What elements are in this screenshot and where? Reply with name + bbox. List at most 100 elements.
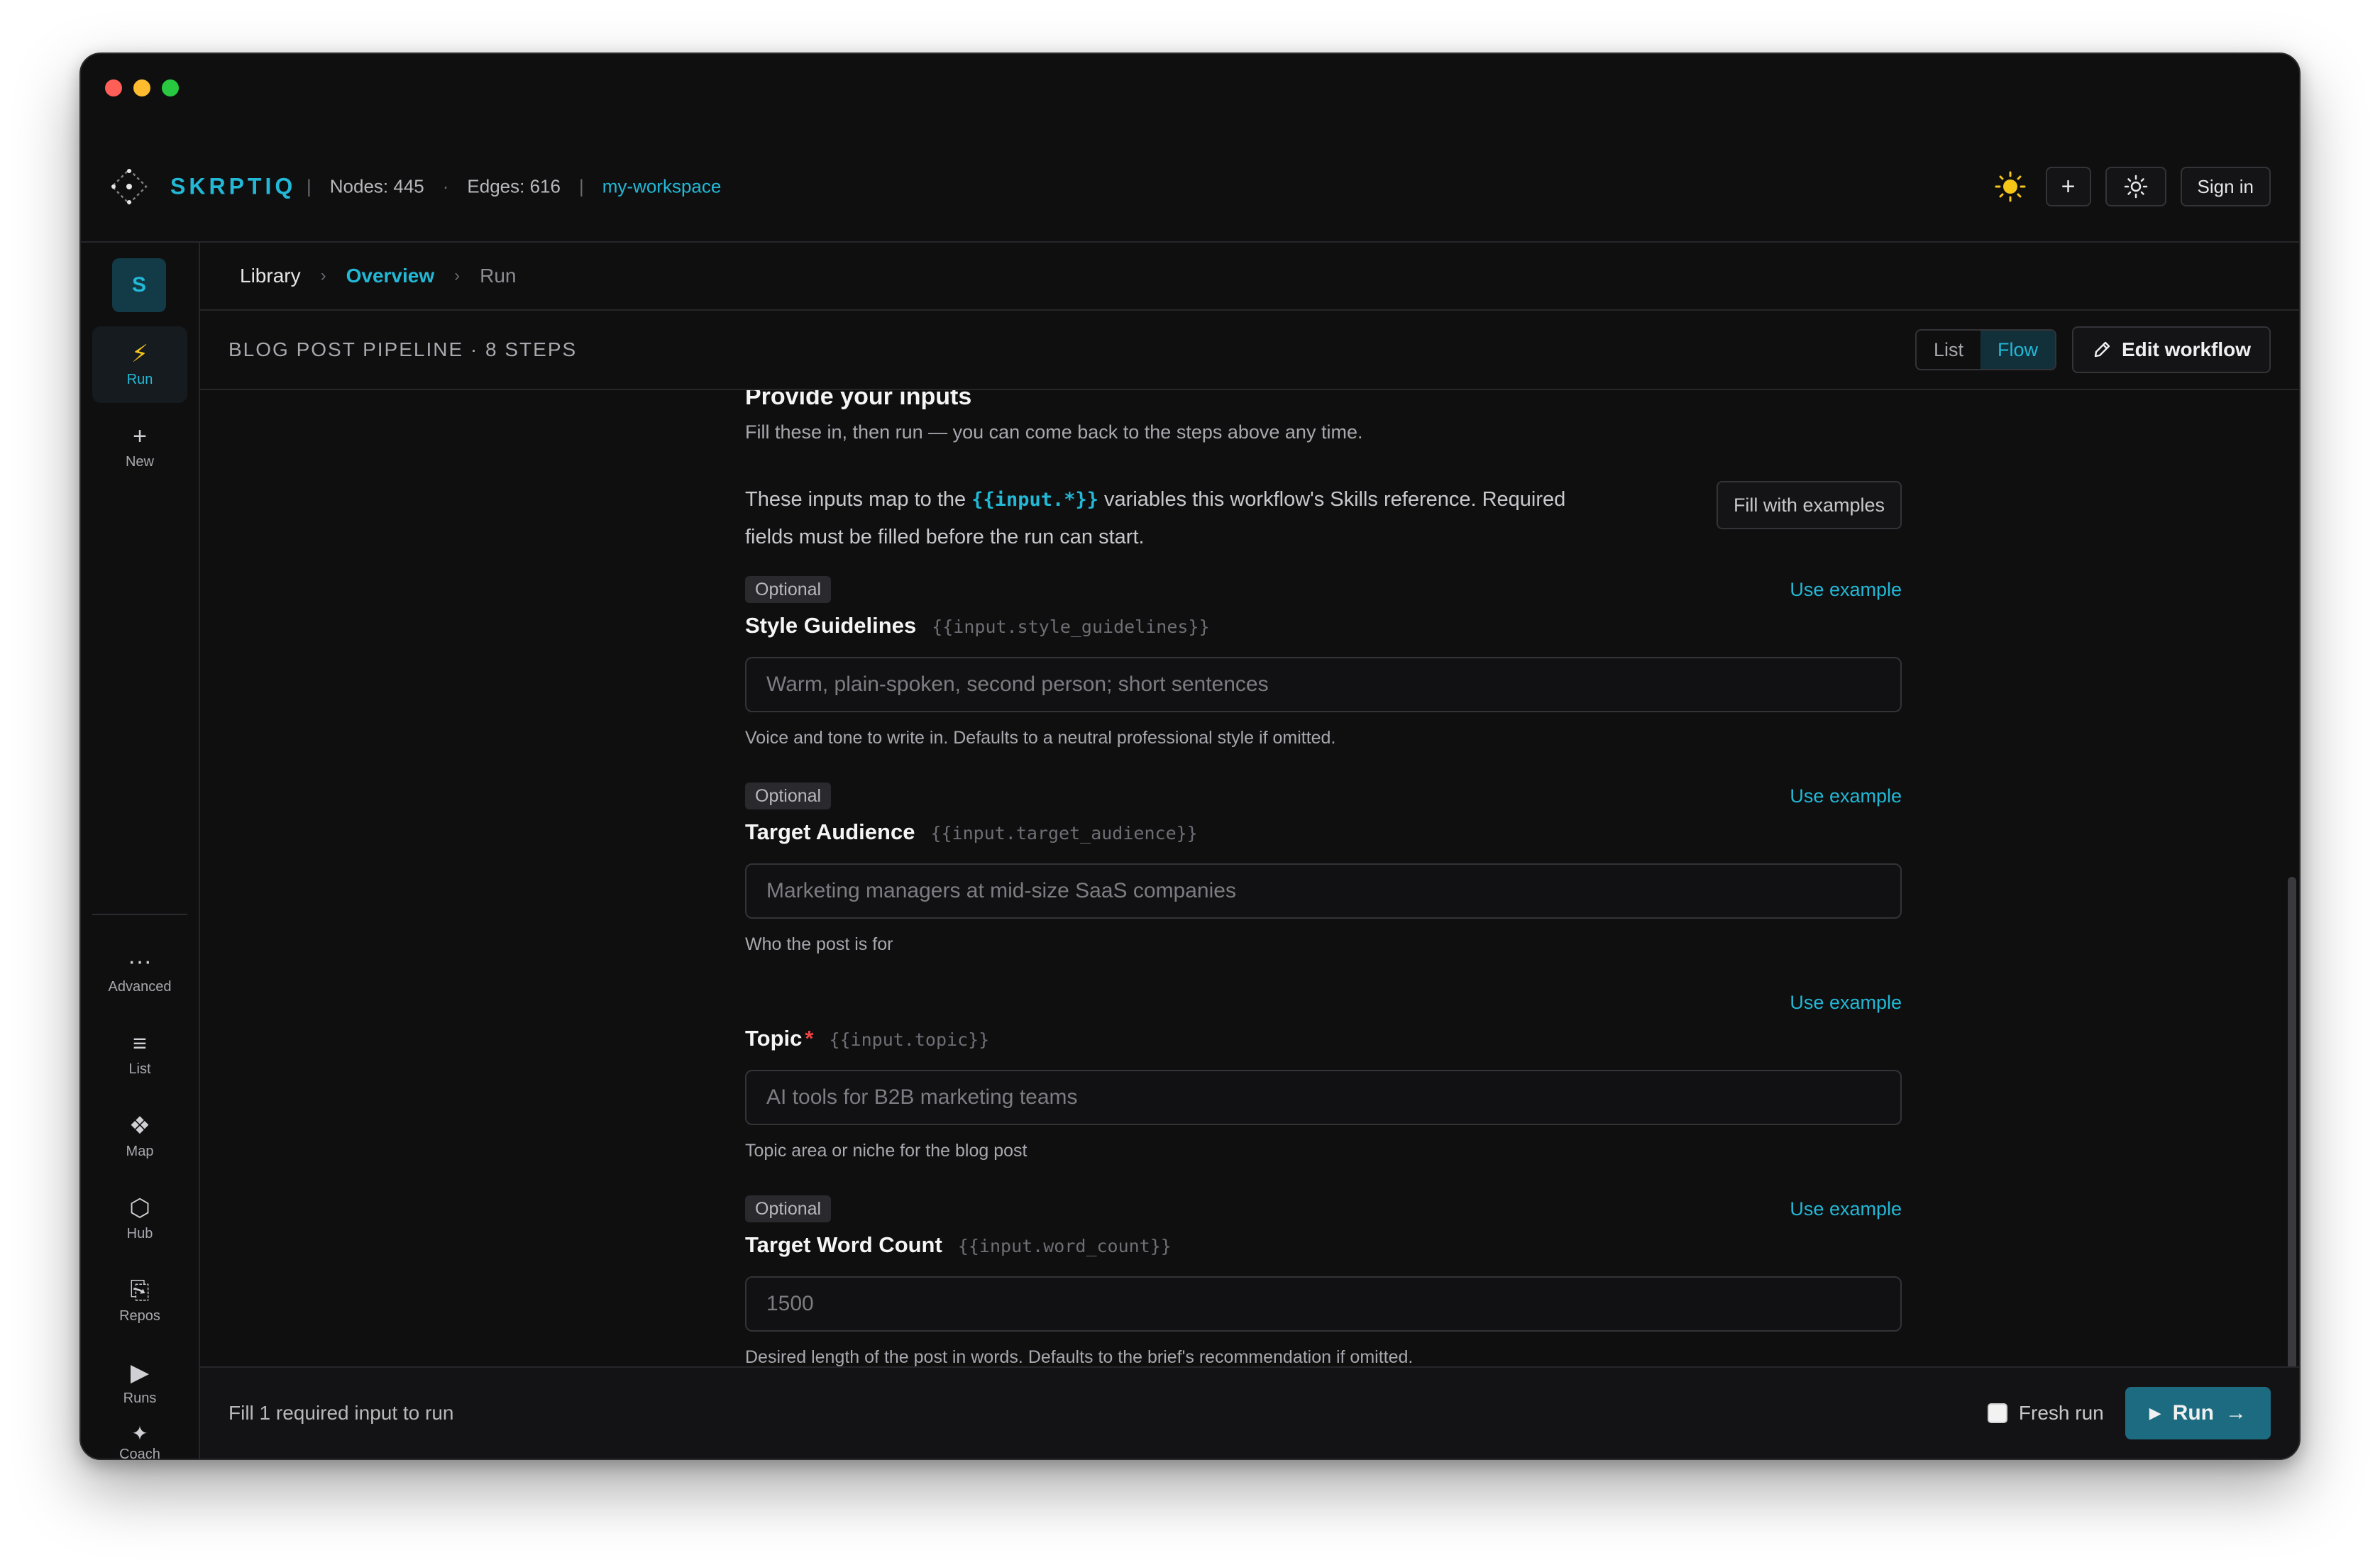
sun-icon — [1995, 171, 2025, 202]
logo-icon[interactable] — [109, 167, 149, 206]
field-help: Voice and tone to write in. Defaults to … — [745, 728, 1336, 748]
map-icon: ❖ — [128, 1112, 151, 1139]
breadcrumb-overview[interactable]: Overview — [346, 265, 435, 287]
style-guidelines-input[interactable] — [745, 657, 1902, 712]
field-label-text: Target Word Count — [745, 1232, 942, 1257]
close-window-button[interactable] — [105, 79, 122, 96]
use-example-link[interactable]: Use example — [1790, 1198, 1902, 1220]
run-status-text: Fill 1 required input to run — [228, 1402, 454, 1424]
arrow-right-icon: → — [2225, 1401, 2247, 1425]
field-help: Who the post is for — [745, 934, 893, 954]
use-example-link[interactable]: Use example — [1790, 992, 1902, 1014]
sidebar: S ⚡ Run + New ··· Advanced ≡ List ❖ Map … — [81, 243, 200, 1459]
sidebar-item-runs[interactable]: ▶ Runs — [92, 1345, 187, 1422]
topic-input[interactable] — [745, 1070, 1902, 1125]
pipeline-header: BLOG POST PIPELINE · 8 STEPS List Flow E… — [200, 311, 2299, 390]
optional-badge: Optional — [745, 1195, 832, 1222]
field-help: Desired length of the post in words. Def… — [745, 1347, 1414, 1367]
sidebar-item-label: Advanced — [108, 978, 172, 995]
run-button-label: Run — [2172, 1401, 2214, 1425]
minimize-window-button[interactable] — [133, 79, 150, 96]
breadcrumb: Library › Overview › Run — [200, 243, 2299, 311]
field-target-audience: Optional Use example Target Audience {{i… — [745, 782, 1902, 967]
separator: | — [307, 175, 312, 197]
settings-icon — [2124, 175, 2147, 199]
optional-badge: Optional — [745, 576, 832, 603]
fill-with-examples-button[interactable]: Fill with examples — [1716, 481, 1902, 529]
run-button[interactable]: ▶ Run → — [2125, 1387, 2271, 1439]
edges-count: Edges: 616 — [467, 175, 561, 197]
breadcrumb-library[interactable]: Library — [240, 265, 301, 287]
sidebar-item-map[interactable]: ❖ Map — [92, 1098, 187, 1175]
section-subtitle: Fill these in, then run — you can come b… — [745, 421, 1363, 443]
avatar[interactable]: S — [112, 258, 166, 312]
section-title: Provide your inputs — [745, 390, 972, 410]
input-variable-code: {{input.*}} — [971, 489, 1098, 511]
sidebar-item-coach[interactable]: ✦ Coach — [92, 1422, 187, 1459]
settings-button[interactable] — [2105, 167, 2166, 206]
topbar-actions: + Sign in — [1989, 165, 2271, 208]
chevron-right-icon: › — [320, 266, 326, 285]
intro-text: These inputs map to the {{input.*}} vari… — [745, 481, 1611, 555]
app-window: SKRPTIQ | Nodes: 445 · Edges: 616 | my-w… — [79, 52, 2301, 1460]
field-variable: {{input.style_guidelines}} — [932, 616, 1210, 637]
sidebar-divider — [92, 914, 187, 915]
sidebar-item-label: Hub — [126, 1225, 153, 1242]
fresh-run-option[interactable]: Fresh run — [1987, 1402, 2104, 1425]
lightning-icon: ⚡ — [131, 340, 148, 367]
sidebar-item-run[interactable]: ⚡ Run — [92, 326, 187, 403]
sidebar-item-new[interactable]: + New — [92, 409, 187, 485]
sidebar-item-advanced[interactable]: ··· Advanced — [92, 934, 187, 1010]
play-icon: ▶ — [2149, 1404, 2161, 1422]
target-audience-input[interactable] — [745, 863, 1902, 919]
list-icon: ≡ — [133, 1029, 147, 1057]
fresh-run-label: Fresh run — [2018, 1402, 2104, 1424]
plus-icon: + — [2061, 172, 2076, 200]
field-label-text: Target Audience — [745, 819, 915, 844]
sidebar-item-repos[interactable]: ⎘ Repos — [92, 1263, 187, 1339]
field-topic: Use example Topic * {{input.topic}} Topi… — [745, 989, 1902, 1173]
field-help: Topic area or niche for the blog post — [745, 1141, 1028, 1161]
breadcrumb-run[interactable]: Run — [480, 265, 516, 287]
field-label: Target Audience {{input.target_audience}… — [745, 819, 1198, 845]
brand-name[interactable]: SKRPTIQ — [170, 174, 296, 200]
use-example-link[interactable]: Use example — [1790, 579, 1902, 601]
separator: | — [578, 175, 584, 197]
inputs-form: Provide your inputs Fill these in, then … — [745, 390, 1902, 1419]
add-button[interactable]: + — [2045, 167, 2091, 206]
sidebar-item-label: Run — [126, 371, 153, 387]
zoom-window-button[interactable] — [162, 79, 179, 96]
sign-in-button[interactable]: Sign in — [2180, 167, 2271, 206]
play-icon: ▶ — [130, 1359, 150, 1386]
theme-toggle[interactable] — [1989, 165, 2032, 208]
intro-text-start: These inputs map to the — [745, 488, 972, 511]
view-toggle: List Flow — [1915, 329, 2056, 370]
chevron-right-icon: › — [454, 266, 461, 285]
nodes-count: Nodes: 445 — [329, 175, 424, 197]
edit-workflow-button[interactable]: Edit workflow — [2072, 326, 2271, 373]
pipeline-title: BLOG POST PIPELINE · 8 STEPS — [228, 338, 578, 360]
field-label-text: Style Guidelines — [745, 613, 917, 638]
field-style-guidelines: Optional Use example Style Guidelines {{… — [745, 576, 1902, 761]
separator: · — [442, 175, 449, 197]
view-flow-button[interactable]: Flow — [1980, 331, 2055, 369]
sidebar-item-label: Runs — [123, 1390, 157, 1406]
word-count-input[interactable] — [745, 1276, 1902, 1332]
view-list-button[interactable]: List — [1917, 331, 1980, 369]
field-label: Style Guidelines {{input.style_guideline… — [745, 613, 1210, 638]
fresh-run-checkbox[interactable] — [1987, 1403, 2007, 1423]
sidebar-item-list[interactable]: ≡ List — [92, 1016, 187, 1093]
main-content: Provide your inputs Fill these in, then … — [200, 390, 2299, 1422]
sidebar-item-label: Repos — [119, 1307, 160, 1324]
more-icon: ··· — [128, 947, 152, 975]
use-example-link[interactable]: Use example — [1790, 785, 1902, 807]
scrollbar[interactable] — [2288, 877, 2296, 1423]
field-label-text: Topic — [745, 1026, 803, 1051]
edit-workflow-label: Edit workflow — [2122, 338, 2251, 360]
workspace-link[interactable]: my-workspace — [602, 176, 722, 198]
sparkle-icon: ✦ — [131, 1422, 148, 1444]
required-marker: * — [805, 1026, 814, 1051]
sidebar-item-label: List — [128, 1061, 151, 1077]
sidebar-item-hub[interactable]: ⬡ Hub — [92, 1180, 187, 1257]
repos-icon: ⎘ — [130, 1276, 150, 1304]
